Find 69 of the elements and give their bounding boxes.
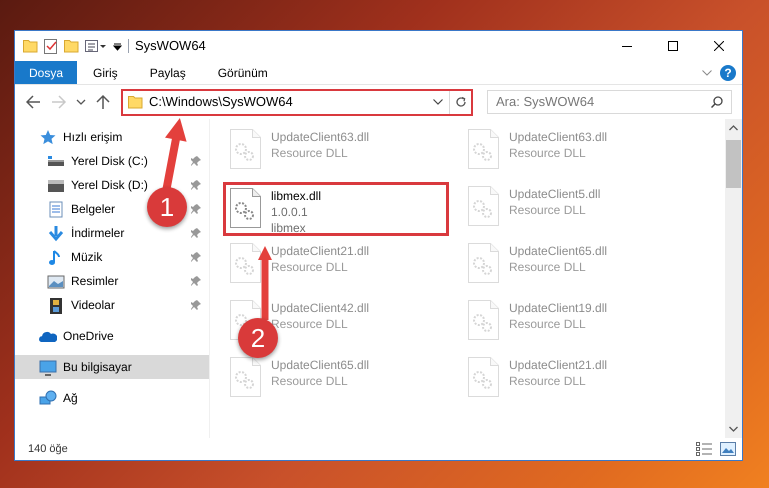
address-path: C:\Windows\SysWOW64 [149,93,293,112]
sidebar-item[interactable]: Videolar [15,293,119,317]
file-detail: Resource DLL [271,316,349,332]
ribbon-tab[interactable]: Görünüm [202,61,284,84]
film-icon [47,296,65,314]
chevron-down-icon[interactable] [433,99,443,105]
sidebar-item[interactable]: İndirmeler [15,221,128,245]
window-title: SysWOW64 [135,37,206,56]
file-detail: 1.0.0.1 [271,204,309,220]
sidebar-item[interactable]: Hızlı erişim [15,125,126,149]
down-arrow-icon [47,224,65,242]
sidebar-item[interactable]: Resimler [15,269,122,293]
sidebar-label: Videolar [71,297,115,314]
refresh-icon [454,96,466,108]
folder-icon [128,94,143,110]
file-item[interactable]: libmex.dll 1.0.0.1 libmex [223,182,449,236]
gear-file-icon[interactable] [230,188,261,228]
maximize-icon [668,41,678,51]
monitor-icon [39,358,57,376]
sidebar-label: Yerel Disk (C:) [71,153,148,170]
sidebar-item[interactable]: Bu bilgisayar [15,355,209,379]
sidebar-label: Müzik [71,249,102,266]
search-icon [711,96,723,108]
address-bar[interactable]: C:\Windows\SysWOW64 [121,88,473,116]
checklist-icon[interactable] [44,38,58,54]
sidebar-label: Belgeler [71,201,116,218]
properties-icon[interactable] [85,38,107,54]
file-detail: Resource DLL [509,259,587,275]
sidebar-item[interactable]: Ağ [15,386,82,410]
sidebar-label: Bu bilgisayar [63,359,132,376]
ribbon-tab[interactable]: Giriş [77,61,134,84]
sidebar-item[interactable]: Yerel Disk (C:) [15,149,152,173]
sidebar-label: İndirmeler [71,225,124,242]
file-detail: libmex [271,220,307,236]
close-icon [714,41,724,51]
sidebar-label: Ağ [63,390,78,407]
scroll-down-icon [729,426,738,432]
file-detail: Resource DLL [271,145,349,161]
sidebar-item[interactable]: Belgeler [15,197,120,221]
details-view-icon[interactable] [696,442,712,456]
sidebar-item[interactable]: Müzik [15,245,106,269]
expand-ribbon-icon[interactable] [702,70,712,76]
file-detail: Resource DLL [509,316,587,332]
file-detail: Resource DLL [509,145,587,161]
new-folder-icon[interactable] [64,38,79,54]
sidebar-label: OneDrive [63,328,114,345]
large-icons-view-icon[interactable] [720,442,736,456]
sidebar-label: Hızlı erişim [63,129,122,146]
help-button[interactable]: ? [720,64,736,80]
ribbon-tab[interactable]: Paylaş [134,61,202,84]
sidebar-label: Resimler [71,273,118,290]
ribbon-tab[interactable]: Dosya [15,61,78,84]
file-detail: Resource DLL [509,373,587,389]
folder-icon[interactable] [23,38,38,54]
search-field[interactable]: Ara: SysWOW64 [487,90,732,114]
scroll-up-icon [729,125,738,131]
sidebar-item[interactable]: OneDrive [15,324,118,348]
file-detail: Resource DLL [271,373,349,389]
file-detail: Resource DLL [271,259,349,275]
scrollbar[interactable] [725,119,742,438]
network-icon [39,390,57,406]
file-name[interactable]: libmex.dll [271,188,322,204]
star-icon [39,128,57,146]
sidebar-label: Yerel Disk (D:) [71,177,148,194]
file-detail: Resource DLL [509,202,587,218]
scroll-thumb[interactable] [726,140,741,188]
item-count: 140 öğe [28,442,68,457]
document-icon [47,200,65,218]
picture-icon [47,272,65,290]
